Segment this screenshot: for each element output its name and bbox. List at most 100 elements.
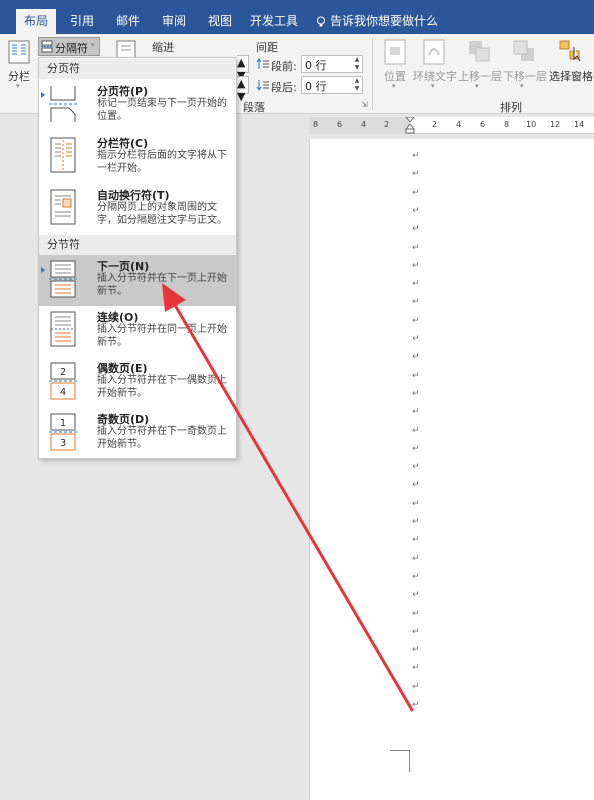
paragraph-mark: ↵: [412, 260, 420, 271]
paragraph-mark: ↵: [412, 187, 420, 198]
group-separator: [372, 38, 373, 110]
breaks-menu: 分页符 分页符(P) 标记一页结束与下一页开始的位置。 分栏符(C) 指示分栏符…: [38, 57, 237, 459]
paragraph-mark: ↵: [412, 608, 420, 619]
spacing-before-field[interactable]: 0 行 ▲ ▼: [301, 55, 363, 73]
ruler-tick: 6: [480, 120, 486, 129]
tab-review[interactable]: 审阅: [154, 9, 194, 34]
ruler-tick: 6: [337, 120, 343, 129]
paragraph-mark: ↵: [412, 480, 420, 491]
selection-pane-button[interactable]: 选择窗格: [549, 68, 593, 84]
tab-layout[interactable]: 布局: [16, 9, 56, 34]
spacing-after-value: 0 行: [305, 80, 327, 93]
wrap-text-icon: [423, 39, 445, 65]
paragraph-mark: ↵: [412, 498, 420, 509]
next-page-section-icon: [49, 260, 79, 298]
bring-forward-icon: [469, 41, 490, 62]
send-backward-icon: [513, 40, 534, 61]
backward-dropdown-icon: ▾: [520, 82, 524, 90]
svg-text:3: 3: [60, 438, 66, 449]
spacing-before-stepper[interactable]: ▲ ▼: [353, 56, 361, 72]
svg-text:4: 4: [60, 387, 66, 398]
paragraph-mark: ↵: [412, 663, 420, 674]
svg-text:1: 1: [60, 418, 66, 429]
continuous-section-icon: [50, 311, 76, 347]
menu-item-desc: 分隔网页上的对象周围的文字，如分隔题注文字与正文。: [97, 202, 227, 226]
spacing-before-icon: [256, 58, 269, 69]
paragraph-group-label: 段落: [243, 101, 265, 114]
menu-item-even-page[interactable]: 24 偶数页(E) 插入分节符并在下一偶数页上开始新节。: [39, 357, 236, 408]
breaks-label: 分隔符: [55, 42, 88, 55]
paragraph-mark: ↵: [412, 590, 420, 601]
ruler-tick: 4: [361, 120, 367, 129]
paragraph-mark: ↵: [412, 535, 420, 546]
spacing-label: 间距: [256, 41, 278, 54]
indent-label: 缩进: [152, 41, 174, 54]
column-break-icon: [50, 137, 76, 173]
lightbulb-icon: [317, 16, 325, 26]
position-dropdown-icon: ▾: [392, 82, 396, 90]
paragraph-mark: ↵: [412, 681, 420, 692]
columns-dropdown-icon: ▾: [16, 82, 20, 90]
paragraph-mark: ↵: [412, 407, 420, 418]
ruler-tick: 10: [526, 120, 537, 129]
indent-right-spinner[interactable]: ▲ ▼: [237, 76, 249, 103]
odd-page-section-icon: 13: [49, 413, 79, 451]
tab-view[interactable]: 视图: [200, 9, 240, 34]
ruler-tick: 12: [550, 120, 561, 129]
spacing-after-icon: [256, 80, 269, 91]
ruler-tick: 14: [574, 120, 585, 129]
forward-dropdown-icon: ▾: [475, 82, 479, 90]
paragraph-mark: ↵: [412, 169, 420, 180]
document-page[interactable]: [309, 139, 594, 800]
spacing-after-field[interactable]: 0 行 ▲ ▼: [301, 76, 363, 94]
tell-me-text: 告诉我你想要做什么: [330, 14, 439, 28]
paragraph-mark: ↵: [412, 352, 420, 363]
send-backward-button[interactable]: 下移一层: [503, 68, 547, 84]
selection-pane-icon: [559, 40, 581, 62]
bring-forward-button[interactable]: 上移一层: [458, 68, 502, 84]
paragraph-mark: ↵: [412, 462, 420, 473]
ruler-tick: 8: [313, 120, 319, 129]
paragraph-dialog-launcher-icon[interactable]: ⇲: [361, 100, 368, 109]
ruler-tick: 2: [384, 120, 390, 129]
menu-item-desc: 指示分栏符后面的文字将从下一栏开始。: [97, 150, 227, 174]
position-icon: [384, 39, 406, 65]
wrap-text-button[interactable]: 环绕文字: [413, 68, 457, 84]
paragraph-mark: ↵: [412, 315, 420, 326]
tab-developer[interactable]: 开发工具: [246, 9, 302, 34]
tab-mailings[interactable]: 邮件: [108, 9, 148, 34]
breaks-icon: [41, 40, 53, 53]
paragraph-mark: ↵: [412, 443, 420, 454]
spacing-after-stepper[interactable]: ▲ ▼: [353, 77, 361, 93]
menu-item-odd-page[interactable]: 13 奇数页(D) 插入分节符并在下一奇数页上开始新节。: [39, 408, 236, 459]
breaks-dropdown-icon: ▾: [91, 41, 95, 49]
tab-references[interactable]: 引用: [62, 9, 102, 34]
paragraph-mark: ↵: [412, 645, 420, 656]
menu-item-column-break[interactable]: 分栏符(C) 指示分栏符后面的文字将从下一栏开始。: [39, 132, 236, 184]
indent-marker-icon[interactable]: [405, 117, 415, 134]
even-page-section-icon: 24: [49, 362, 79, 400]
menu-item-desc: 插入分节符并在下一页上开始新节。: [97, 273, 227, 297]
indent-left-spinner[interactable]: ▲▼: [237, 55, 249, 82]
menu-item-next-page[interactable]: 下一页(N) 插入分节符并在下一页上开始新节。: [39, 255, 236, 306]
horizontal-ruler[interactable]: 8 6 4 2 2 4 6 8 10 12 14: [309, 117, 594, 134]
paragraph-mark: ↵: [412, 388, 420, 399]
paragraph-mark: ↵: [412, 224, 420, 235]
menu-item-continuous[interactable]: 连续(O) 插入分节符并在同一页上开始新节。: [39, 306, 236, 357]
paragraph-mark: ↵: [412, 242, 420, 253]
menu-item-desc: 插入分节符并在下一奇数页上开始新节。: [97, 426, 227, 450]
paragraph-mark: ↵: [412, 370, 420, 381]
menu-item-desc: 插入分节符并在下一偶数页上开始新节。: [97, 375, 227, 399]
menu-item-text-wrapping-break[interactable]: 自动换行符(T) 分隔网页上的对象周围的文字，如分隔题注文字与正文。: [39, 184, 236, 236]
breaks-button[interactable]: 分隔符 ▾: [38, 37, 100, 56]
paragraph-mark: ↵: [412, 553, 420, 564]
page-breaks-header: 分页符: [39, 59, 236, 79]
section-breaks-header: 分节符: [39, 235, 236, 255]
menu-item-page-break[interactable]: 分页符(P) 标记一页结束与下一页开始的位置。: [39, 80, 236, 132]
paragraph-mark: ↵: [412, 279, 420, 290]
tell-me-box[interactable]: 告诉我你想要做什么: [316, 9, 438, 34]
menu-item-desc: 插入分节符并在同一页上开始新节。: [97, 324, 227, 348]
columns-icon: [8, 40, 30, 64]
paragraph-mark: ↵: [412, 334, 420, 344]
page-break-icon: [49, 86, 79, 122]
